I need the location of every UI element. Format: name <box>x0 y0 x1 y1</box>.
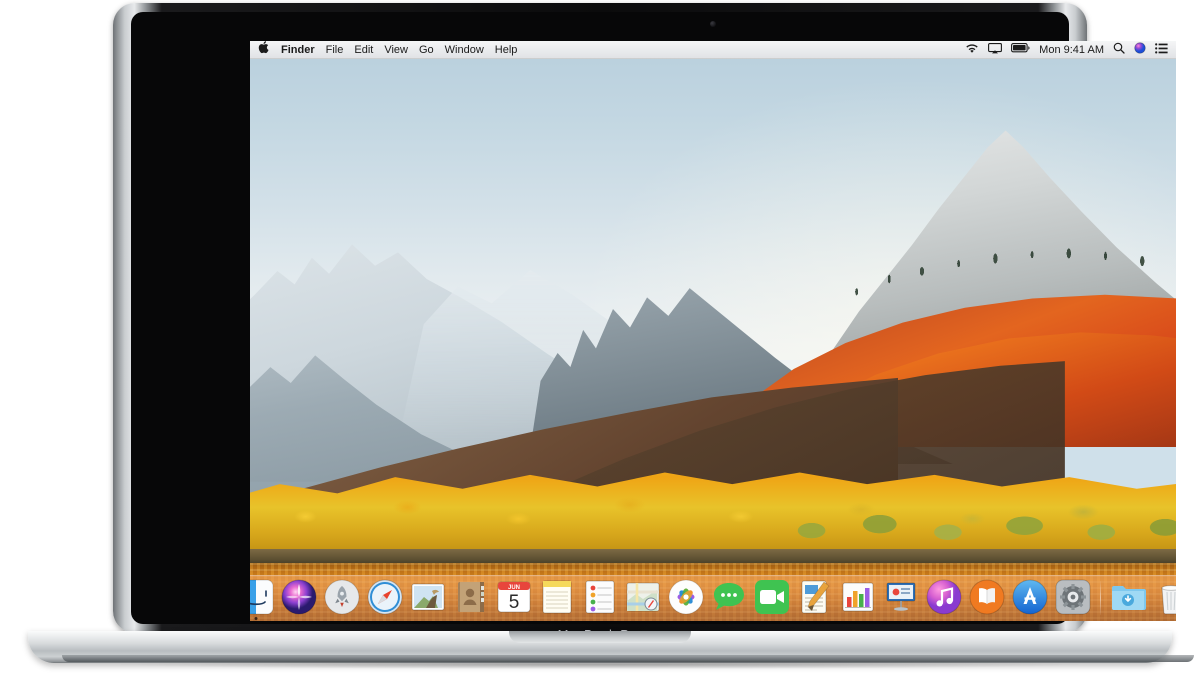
dock-item-itunes[interactable] <box>924 578 964 618</box>
dock-item-photos[interactable] <box>666 578 706 618</box>
camera-dot <box>710 21 716 27</box>
dock-item-notes[interactable] <box>537 578 577 618</box>
dock-separator <box>1100 581 1101 615</box>
siri-icon[interactable] <box>1134 42 1146 57</box>
menu-bar-app-menus: Finder File Edit View Go Window Help <box>258 41 517 59</box>
dock-item-safari[interactable] <box>365 578 405 618</box>
menu-item-window[interactable]: Window <box>445 41 484 59</box>
battery-icon[interactable] <box>1011 43 1030 56</box>
dock-item-contacts[interactable] <box>451 578 491 618</box>
apple-logo-icon[interactable] <box>258 41 269 59</box>
dock-item-numbers[interactable] <box>838 578 878 618</box>
dock-item-mail[interactable] <box>408 578 448 618</box>
dock-item-messages[interactable] <box>709 578 749 618</box>
dock-item-calendar[interactable]: JUN 5 <box>494 578 534 618</box>
desktop-wallpaper <box>250 41 1176 621</box>
dock: JUN 5 <box>250 575 1176 621</box>
dock-item-reminders[interactable] <box>580 578 620 618</box>
menu-bar: Finder File Edit View Go Window Help <box>250 41 1176 59</box>
dock-item-app-store[interactable] <box>1010 578 1050 618</box>
dock-item-downloads[interactable] <box>1108 578 1148 618</box>
dock-item-pages[interactable] <box>795 578 835 618</box>
dock-item-facetime[interactable] <box>752 578 792 618</box>
menu-item-view[interactable]: View <box>384 41 408 59</box>
menu-item-help[interactable]: Help <box>495 41 518 59</box>
wifi-icon[interactable] <box>965 43 979 57</box>
dock-item-siri[interactable] <box>279 578 319 618</box>
dock-item-ibooks[interactable] <box>967 578 1007 618</box>
dock-item-keynote[interactable] <box>881 578 921 618</box>
calendar-month: JUN <box>507 585 519 591</box>
laptop-base <box>28 631 1172 663</box>
dock-item-trash[interactable] <box>1151 578 1177 618</box>
menu-bar-status-items: Mon 9:41 AM <box>965 41 1168 59</box>
dock-item-launchpad[interactable] <box>322 578 362 618</box>
menu-item-file[interactable]: File <box>326 41 344 59</box>
menu-item-go[interactable]: Go <box>419 41 434 59</box>
drop-shadow <box>120 660 1080 669</box>
screen: Finder File Edit View Go Window Help <box>250 41 1176 621</box>
calendar-day: 5 <box>508 592 519 613</box>
dock-item-system-preferences[interactable] <box>1053 578 1093 618</box>
dock-item-maps[interactable] <box>623 578 663 618</box>
dock-item-finder[interactable] <box>250 578 276 618</box>
base-lip-cutout <box>509 631 691 643</box>
menu-item-finder[interactable]: Finder <box>281 41 315 59</box>
search-icon[interactable] <box>1113 42 1125 57</box>
list-icon[interactable] <box>1155 43 1168 57</box>
product-shot: MacBook Pro <box>0 0 1200 684</box>
menu-bar-clock[interactable]: Mon 9:41 AM <box>1039 41 1104 59</box>
laptop-lid: MacBook Pro <box>113 3 1087 633</box>
running-indicator <box>254 617 257 620</box>
menu-item-edit[interactable]: Edit <box>354 41 373 59</box>
airplay-icon[interactable] <box>988 43 1002 57</box>
